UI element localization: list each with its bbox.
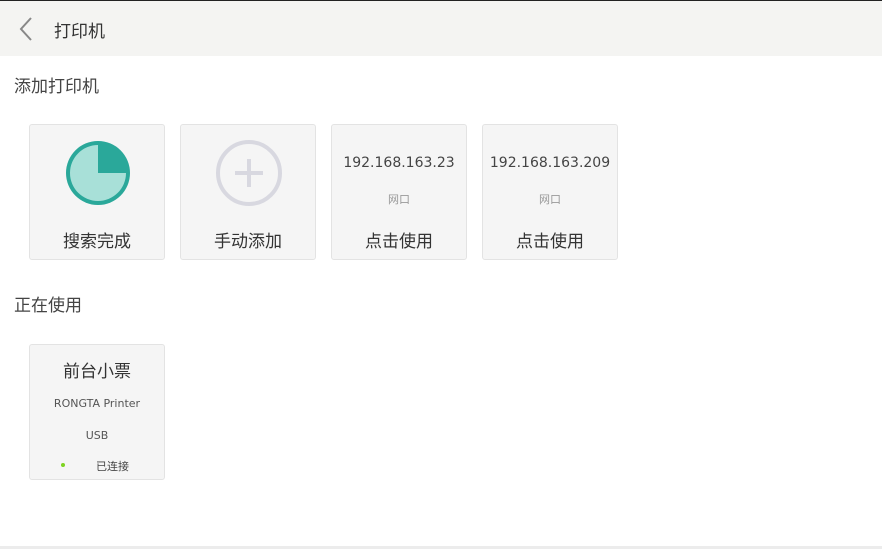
status-dot-icon bbox=[61, 463, 65, 467]
printer-model: RONGTA Printer bbox=[53, 397, 141, 410]
section-in-use: 正在使用 bbox=[14, 296, 82, 316]
back-button[interactable] bbox=[14, 15, 40, 43]
progress-pie-icon bbox=[66, 141, 130, 205]
search-card-label: 搜索完成 bbox=[63, 232, 131, 252]
printer-name: 前台小票 bbox=[63, 362, 131, 382]
manual-add-label: 手动添加 bbox=[214, 232, 282, 252]
section-add-printer: 添加打印机 bbox=[14, 77, 99, 97]
printer-card-ip1[interactable]: 192.168.163.23 网口 点击使用 bbox=[331, 124, 467, 260]
page-title: 打印机 bbox=[54, 22, 105, 42]
printer-port: USB bbox=[85, 429, 109, 442]
use-action-label: 点击使用 bbox=[365, 232, 433, 252]
connection-type: 网口 bbox=[388, 193, 410, 206]
connection-type: 网口 bbox=[539, 193, 561, 206]
chevron-left-icon bbox=[19, 17, 32, 41]
printer-ip: 192.168.163.209 bbox=[489, 155, 611, 171]
in-use-printer-card[interactable]: 前台小票 RONGTA Printer USB 已连接 bbox=[29, 344, 165, 480]
use-action-label: 点击使用 bbox=[516, 232, 584, 252]
top-bar: 打印机 bbox=[0, 0, 882, 56]
search-card[interactable]: 搜索完成 bbox=[29, 124, 165, 260]
printer-card-ip2[interactable]: 192.168.163.209 网口 点击使用 bbox=[482, 124, 618, 260]
printer-ip: 192.168.163.23 bbox=[343, 155, 455, 171]
plus-circle-icon bbox=[216, 140, 282, 206]
manual-add-card[interactable]: 手动添加 bbox=[180, 124, 316, 260]
connection-status: 已连接 bbox=[96, 460, 129, 473]
